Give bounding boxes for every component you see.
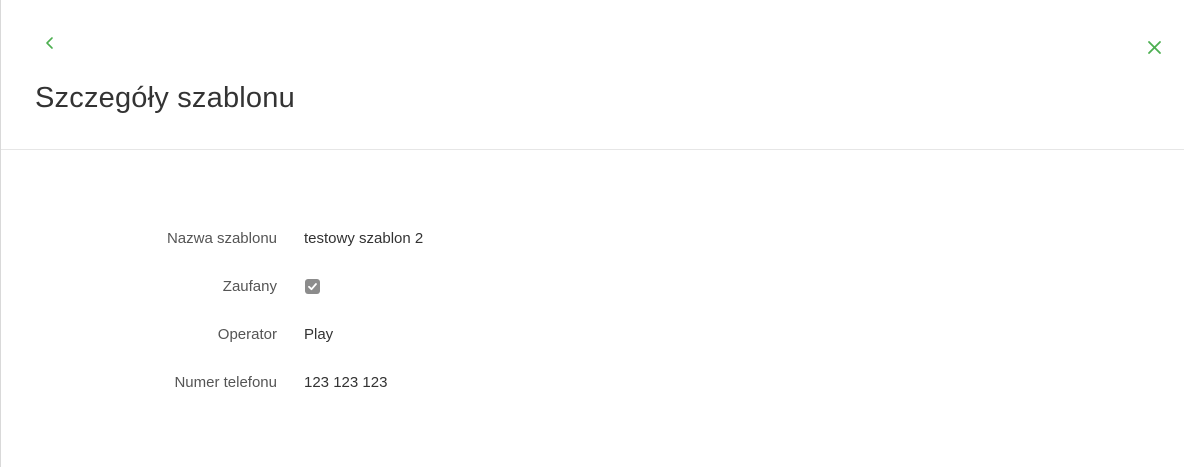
details-list: Nazwa szablonu testowy szablon 2 Zaufany… xyxy=(1,214,801,406)
operator-value: Play xyxy=(304,325,334,343)
phone-number-value: 123 123 123 xyxy=(304,373,388,391)
detail-row-template-name: Nazwa szablonu testowy szablon 2 xyxy=(1,214,801,262)
back-button[interactable] xyxy=(41,33,61,53)
header-divider xyxy=(1,149,1184,150)
detail-row-trusted: Zaufany xyxy=(1,262,801,310)
checkmark-icon xyxy=(308,282,317,290)
template-name-label: Nazwa szablonu xyxy=(166,229,277,247)
template-details-panel: Szczegóły szablonu Nazwa szablonu testow… xyxy=(0,0,1184,467)
template-name-value: testowy szablon 2 xyxy=(304,229,424,247)
chevron-left-icon xyxy=(46,37,53,49)
detail-row-phone: Numer telefonu 123 123 123 xyxy=(1,358,801,406)
detail-row-operator: Operator Play xyxy=(1,310,801,358)
operator-label: Operator xyxy=(217,325,277,343)
close-icon xyxy=(1148,41,1161,54)
page-title: Szczegóły szablonu xyxy=(35,82,295,114)
trusted-label: Zaufany xyxy=(222,277,277,295)
phone-number-label: Numer telefonu xyxy=(174,373,277,391)
trusted-checkbox xyxy=(305,278,320,294)
close-button[interactable] xyxy=(1145,38,1165,58)
